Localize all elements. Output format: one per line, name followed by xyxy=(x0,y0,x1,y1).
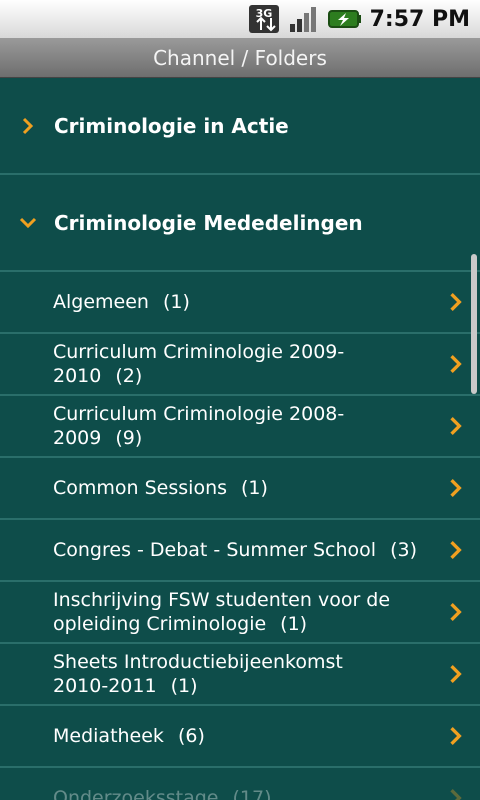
network-3g-icon: 3G xyxy=(248,4,280,34)
folder-label: Sheets Introductiebijeenkomst 2010-2011 (1… xyxy=(53,651,343,697)
folder-count: (1) xyxy=(241,477,268,499)
list-item[interactable]: Mediatheek (6) xyxy=(0,706,480,768)
chevron-right-icon xyxy=(446,354,466,374)
group-criminologie-in-actie[interactable]: Criminologie in Actie xyxy=(0,78,480,175)
battery-charging-icon xyxy=(327,4,362,34)
chevron-right-icon xyxy=(446,416,466,436)
svg-text:3G: 3G xyxy=(255,7,272,20)
folder-label: Onderzoeksstage (17) xyxy=(53,786,272,800)
list-item[interactable]: Congres - Debat - Summer School (3) xyxy=(0,520,480,582)
list-item[interactable]: Curriculum Criminologie 2008-2009 (9) xyxy=(0,396,480,458)
chevron-right-icon xyxy=(446,788,466,800)
folder-list[interactable]: Criminologie in Actie Criminologie Meded… xyxy=(0,78,480,800)
group-label: Criminologie Mededelingen xyxy=(54,210,363,235)
group-label: Criminologie in Actie xyxy=(54,113,289,138)
folder-count: (6) xyxy=(177,725,205,747)
list-item[interactable]: Algemeen (1) xyxy=(0,272,480,334)
chevron-right-icon xyxy=(446,602,466,622)
list-item[interactable]: Sheets Introductiebijeenkomst 2010-2011 (1… xyxy=(0,644,480,706)
chevron-right-icon xyxy=(446,540,466,560)
folder-count: (1) xyxy=(170,675,198,697)
title-bar: Channel / Folders xyxy=(0,38,480,78)
chevron-right-icon xyxy=(446,726,466,746)
list-item[interactable]: Common Sessions (1) xyxy=(0,458,480,520)
folder-count: (9) xyxy=(115,427,143,449)
folder-count: (1) xyxy=(162,291,190,313)
signal-strength-icon xyxy=(288,4,320,34)
chevron-right-icon xyxy=(446,478,466,498)
clock: 7:57 PM xyxy=(369,6,470,32)
folder-label: Algemeen (1) xyxy=(53,291,190,313)
folder-label: Curriculum Criminologie 2009-2010 (2) xyxy=(53,341,345,387)
list-item[interactable]: Inschrijving FSW studenten voor de opleid… xyxy=(0,582,480,644)
folder-count: (17) xyxy=(232,787,272,800)
chevron-right-icon xyxy=(18,116,38,136)
list-item[interactable]: Curriculum Criminologie 2009-2010 (2) xyxy=(0,334,480,396)
scrollbar[interactable] xyxy=(471,254,477,394)
group-criminologie-mededelingen[interactable]: Criminologie Mededelingen xyxy=(0,175,480,272)
chevron-down-icon xyxy=(18,213,38,233)
status-bar: 3G 7:57 PM xyxy=(0,0,480,38)
folder-label: Mediatheek (6) xyxy=(53,725,205,747)
chevron-right-icon xyxy=(446,292,466,312)
list-item[interactable]: Onderzoeksstage (17) xyxy=(0,768,480,800)
folder-label: Curriculum Criminologie 2008-2009 (9) xyxy=(53,403,345,449)
folder-count: (3) xyxy=(390,539,417,561)
page-title: Channel / Folders xyxy=(153,45,327,70)
folder-label: Inschrijving FSW studenten voor de opleid… xyxy=(53,589,391,635)
folder-label: Congres - Debat - Summer School (3) xyxy=(53,539,417,561)
folder-count: (2) xyxy=(115,365,143,387)
folder-count: (1) xyxy=(280,613,308,635)
chevron-right-icon xyxy=(446,664,466,684)
folder-label: Common Sessions (1) xyxy=(53,477,268,499)
